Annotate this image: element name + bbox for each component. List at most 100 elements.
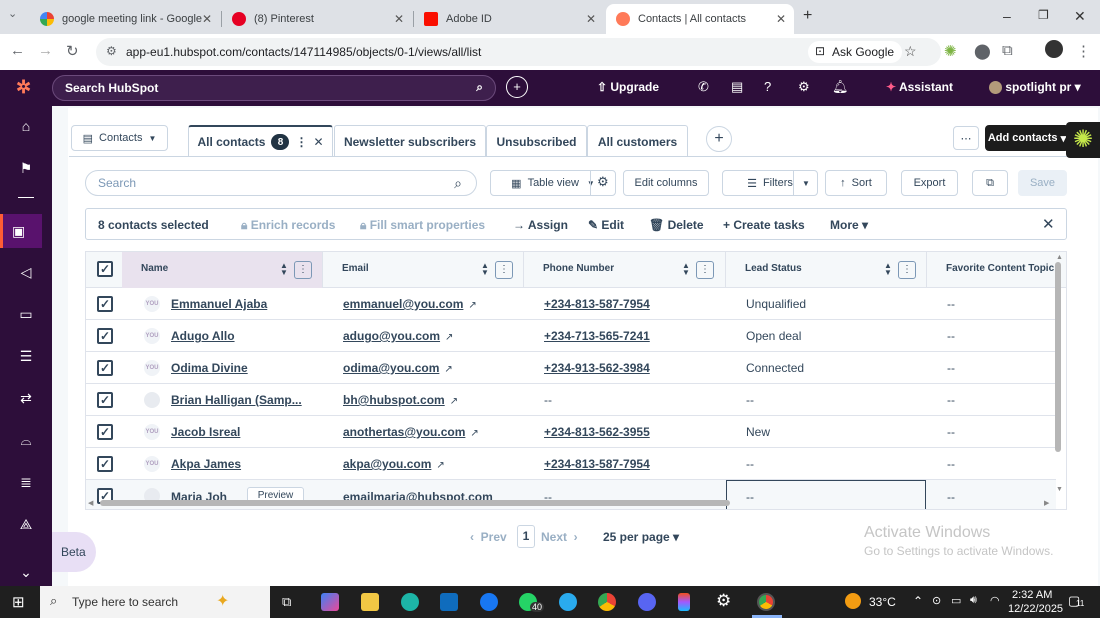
content-icon[interactable]: ▭ [14,302,38,326]
vertical-scrollbar[interactable] [1055,262,1061,452]
collapse-sidebar-icon[interactable]: ⌄ [14,560,38,584]
contact-name-link[interactable]: Adugo Allo [171,329,235,343]
sort-button[interactable]: ↑ Sort [825,170,887,196]
assistant-button[interactable]: ✦ Assistant [886,80,953,94]
file-explorer-icon[interactable] [361,593,379,611]
contact-email-link[interactable]: bh@hubspot.com [343,393,445,407]
column-header-email[interactable]: Email [342,263,369,274]
profile-avatar[interactable] [1045,40,1063,58]
caret-down-icon[interactable]: ▼ [802,179,810,188]
browser-tab-pinterest[interactable]: (8) Pinterest ✕ [222,4,412,34]
column-menu-icon[interactable]: ⋮ [898,261,916,279]
close-tab-icon[interactable]: ✕ [776,12,786,26]
tab-newsletter-subscribers[interactable]: Newsletter subscribers [334,125,486,157]
service-icon[interactable]: ⌓ [14,428,38,452]
fill-smart-properties-button[interactable]: 🔒︎ Fill smart properties [360,218,485,233]
sort-arrows-icon[interactable]: ▲ ▼ [682,262,690,277]
tab-options-icon[interactable]: ⋮ [295,135,307,149]
tray-icon[interactable]: ⊙ [932,594,941,607]
table-row[interactable]: ✓ YOU Akpa James akpa@you.com ↗ +234-813-… [86,448,1056,480]
chrome-menu-icon[interactable]: ⋮ [1076,42,1091,60]
external-link-icon[interactable]: ↗ [444,364,452,375]
row-checkbox[interactable]: ✓ [97,360,113,376]
view-settings-gear-icon[interactable]: ⚙ [597,174,609,190]
column-menu-icon[interactable]: ⋮ [495,261,513,279]
add-view-button[interactable]: + [706,126,732,152]
task-view-icon[interactable]: ⧉ [282,594,291,610]
column-header-phone[interactable]: Phone Number [543,263,614,274]
windows-start-icon[interactable]: ⊞ [12,593,25,611]
column-header-lead-status[interactable]: Lead Status [745,263,802,274]
discord-icon[interactable] [638,593,656,611]
close-selection-icon[interactable]: ✕ [1042,215,1055,233]
contact-name-link[interactable]: Odima Divine [171,361,248,375]
show-hidden-icons-chevron-icon[interactable]: ⌃ [913,594,923,608]
ask-google-button[interactable]: ⊡ Ask Google [808,41,903,63]
tab-all-contacts[interactable]: All contacts 8 ⋮ ✕ [188,125,333,157]
per-page-dropdown[interactable]: 25 per page ▾ [603,530,679,544]
column-menu-icon[interactable]: ⋮ [294,261,312,279]
settings-gear-icon[interactable]: ⚙ [798,79,810,95]
filters-button[interactable]: ☰ Filters ▼ [722,170,818,196]
focused-cell[interactable] [726,480,926,509]
contact-email-link[interactable]: odima@you.com [343,361,439,375]
row-checkbox[interactable]: ✓ [97,424,113,440]
external-link-icon[interactable]: ↗ [468,300,476,311]
contact-email-link[interactable]: akpa@you.com [343,457,431,471]
sparkle-widget-icon[interactable]: ✺ [1066,122,1100,158]
copilot-icon[interactable] [321,593,339,611]
reporting-icon[interactable]: ⟁ [14,512,38,536]
external-link-icon[interactable]: ↗ [470,428,478,439]
bookmark-icon[interactable]: ⚑ [14,156,38,180]
delete-button[interactable]: 🗑︎ Delete [649,218,704,232]
object-selector-dropdown[interactable]: ▤ Contacts ▼ [71,125,168,151]
forward-icon[interactable]: → [38,42,53,59]
figma-icon[interactable] [678,593,690,611]
external-link-icon[interactable]: ↗ [450,396,458,407]
enrich-records-button[interactable]: 🔒︎ Enrich records [241,218,335,233]
scroll-down-icon[interactable]: ▼ [1056,486,1063,493]
row-checkbox[interactable]: ✓ [97,456,113,472]
contact-phone-link[interactable]: +234-813-587-7954 [544,297,650,311]
close-tab-icon[interactable]: ✕ [394,12,404,26]
minimize-icon[interactable]: – [1003,8,1011,24]
reload-icon[interactable]: ↻ [66,42,79,60]
row-checkbox[interactable]: ✓ [97,392,113,408]
address-bar[interactable]: ⚙ app-eu1.hubspot.com/contacts/147114985… [96,38,941,66]
row-checkbox[interactable]: ✓ [97,328,113,344]
next-page-button[interactable]: Next › [541,530,578,544]
wifi-icon[interactable]: ◠ [990,594,1000,607]
global-search-input[interactable]: Search HubSpot ⌕ [52,75,496,101]
weather-icon[interactable] [845,593,861,609]
more-actions-button[interactable]: ⋯ [953,126,979,150]
contact-phone-link[interactable]: +234-813-587-7954 [544,457,650,471]
taskbar-search-box[interactable]: ⌕ Type here to search ✦ [40,586,270,618]
close-tab-view-icon[interactable]: ✕ [313,135,323,149]
scroll-left-icon[interactable]: ◀ [88,499,93,507]
export-button[interactable]: Export [901,170,958,196]
upgrade-button[interactable]: ⇧ Upgrade [597,80,659,94]
clock-date[interactable]: 12/22/2025 [1008,603,1063,615]
close-tab-icon[interactable]: ✕ [586,12,596,26]
url-text[interactable]: app-eu1.hubspot.com/contacts/147114985/o… [126,45,481,59]
help-icon[interactable]: ? [764,79,771,94]
home-icon[interactable]: ⌂ [14,114,38,138]
telegram-icon[interactable] [559,593,577,611]
tab-unsubscribed[interactable]: Unsubscribed [486,125,587,157]
column-menu-icon[interactable]: ⋮ [696,261,714,279]
browser-tab-adobe[interactable]: Adobe ID ✕ [414,4,604,34]
hubspot-logo-icon[interactable]: ✲ [16,77,31,98]
scroll-right-icon[interactable]: ▶ [1044,499,1049,507]
back-icon[interactable]: ← [10,42,25,59]
tab-search-icon[interactable]: ⌄ [8,7,17,20]
table-row[interactable]: ✓ Brian Halligan (Samp... bh@hubspot.com… [86,384,1056,416]
sort-arrows-icon[interactable]: ▲ ▼ [280,262,288,277]
bookmark-star-icon[interactable]: ☆ [904,43,917,60]
select-all-checkbox[interactable]: ✓ [97,261,113,277]
automation-icon[interactable]: ⇄ [14,386,38,410]
contact-name-link[interactable]: Jacob Isreal [171,425,240,439]
contact-email-link[interactable]: anothertas@you.com [343,425,465,439]
crm-contacts-icon[interactable]: ▣ [0,214,42,248]
edit-button[interactable]: ✎ Edit [588,218,624,232]
row-checkbox[interactable]: ✓ [97,296,113,312]
